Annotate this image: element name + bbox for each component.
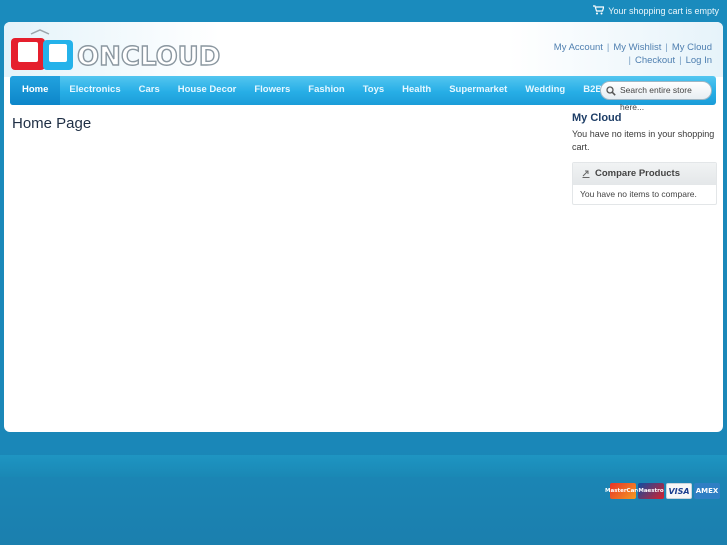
nav-item-flowers[interactable]: Flowers — [245, 76, 299, 105]
search-placeholder: Search entire store here... — [620, 85, 692, 112]
nav-item-cars[interactable]: Cars — [130, 76, 169, 105]
my-account-link[interactable]: My Account — [554, 42, 603, 53]
log-in-link[interactable]: Log In — [686, 55, 712, 66]
my-cloud-link[interactable]: My Cloud — [672, 42, 712, 53]
basket-logo-icon — [11, 29, 73, 70]
mastercard-icon: MasterCard — [605, 483, 641, 499]
nav-item-supermarket[interactable]: Supermarket — [440, 76, 516, 105]
nav-item-fashion[interactable]: Fashion — [299, 76, 353, 105]
cart-status-text: Your shopping cart is empty — [608, 6, 719, 16]
page-title: Home Page — [12, 115, 92, 132]
footer-band — [0, 455, 727, 477]
nav-item-wedding[interactable]: Wedding — [516, 76, 574, 105]
checkout-link[interactable]: Checkout — [635, 55, 675, 66]
compare-icon — [582, 170, 590, 178]
logo[interactable]: ONCLOUD — [9, 28, 221, 73]
nav-item-home[interactable]: Home — [10, 76, 61, 105]
amex-icon: AMEX — [694, 483, 720, 499]
page-panel: ONCLOUD My Account | My Wishlist | My Cloud … — [4, 22, 723, 432]
search-icon — [606, 86, 616, 96]
compare-products-block: Compare Products You have no items to co… — [572, 162, 717, 205]
compare-products-header: Compare Products — [573, 163, 716, 185]
main-nav: Home Electronics Cars House Decor Flower… — [10, 76, 716, 112]
payment-cards: MasterCard Maestro VISA AMEX — [605, 483, 720, 499]
header-links: My Account | My Wishlist | My Cloud | Checkou… — [554, 41, 712, 67]
my-cloud-title: My Cloud — [572, 112, 622, 124]
compare-products-title: Compare Products — [595, 168, 680, 179]
nav-item-house-decor[interactable]: House Decor — [169, 76, 246, 105]
search-input[interactable]: Search entire store here... — [600, 81, 712, 112]
cart-icon — [593, 5, 605, 17]
nav-item-toys[interactable]: Toys — [354, 76, 393, 105]
top-bar: Your shopping cart is empty — [0, 0, 727, 22]
maestro-icon: Maestro — [638, 483, 664, 499]
logo-text: ONCLOUD — [76, 41, 221, 72]
header-links-row1: My Account | My Wishlist | My Cloud — [553, 42, 712, 53]
header: ONCLOUD My Account | My Wishlist | My Cloud … — [4, 22, 723, 77]
cart-empty-message: You have no items in your shopping cart. — [572, 129, 715, 152]
top-cart-link[interactable]: Your shopping cart is empty — [593, 5, 719, 17]
nav-item-health[interactable]: Health — [393, 76, 440, 105]
sidebar: My Cloud You have no items in your shopp… — [572, 112, 717, 205]
header-links-row2: | Checkout | Log In — [628, 55, 713, 66]
nav-item-electronics[interactable]: Electronics — [60, 76, 129, 105]
compare-empty-message: You have no items to compare. — [580, 189, 697, 199]
my-wishlist-link[interactable]: My Wishlist — [613, 42, 661, 53]
visa-icon: VISA — [666, 483, 692, 499]
